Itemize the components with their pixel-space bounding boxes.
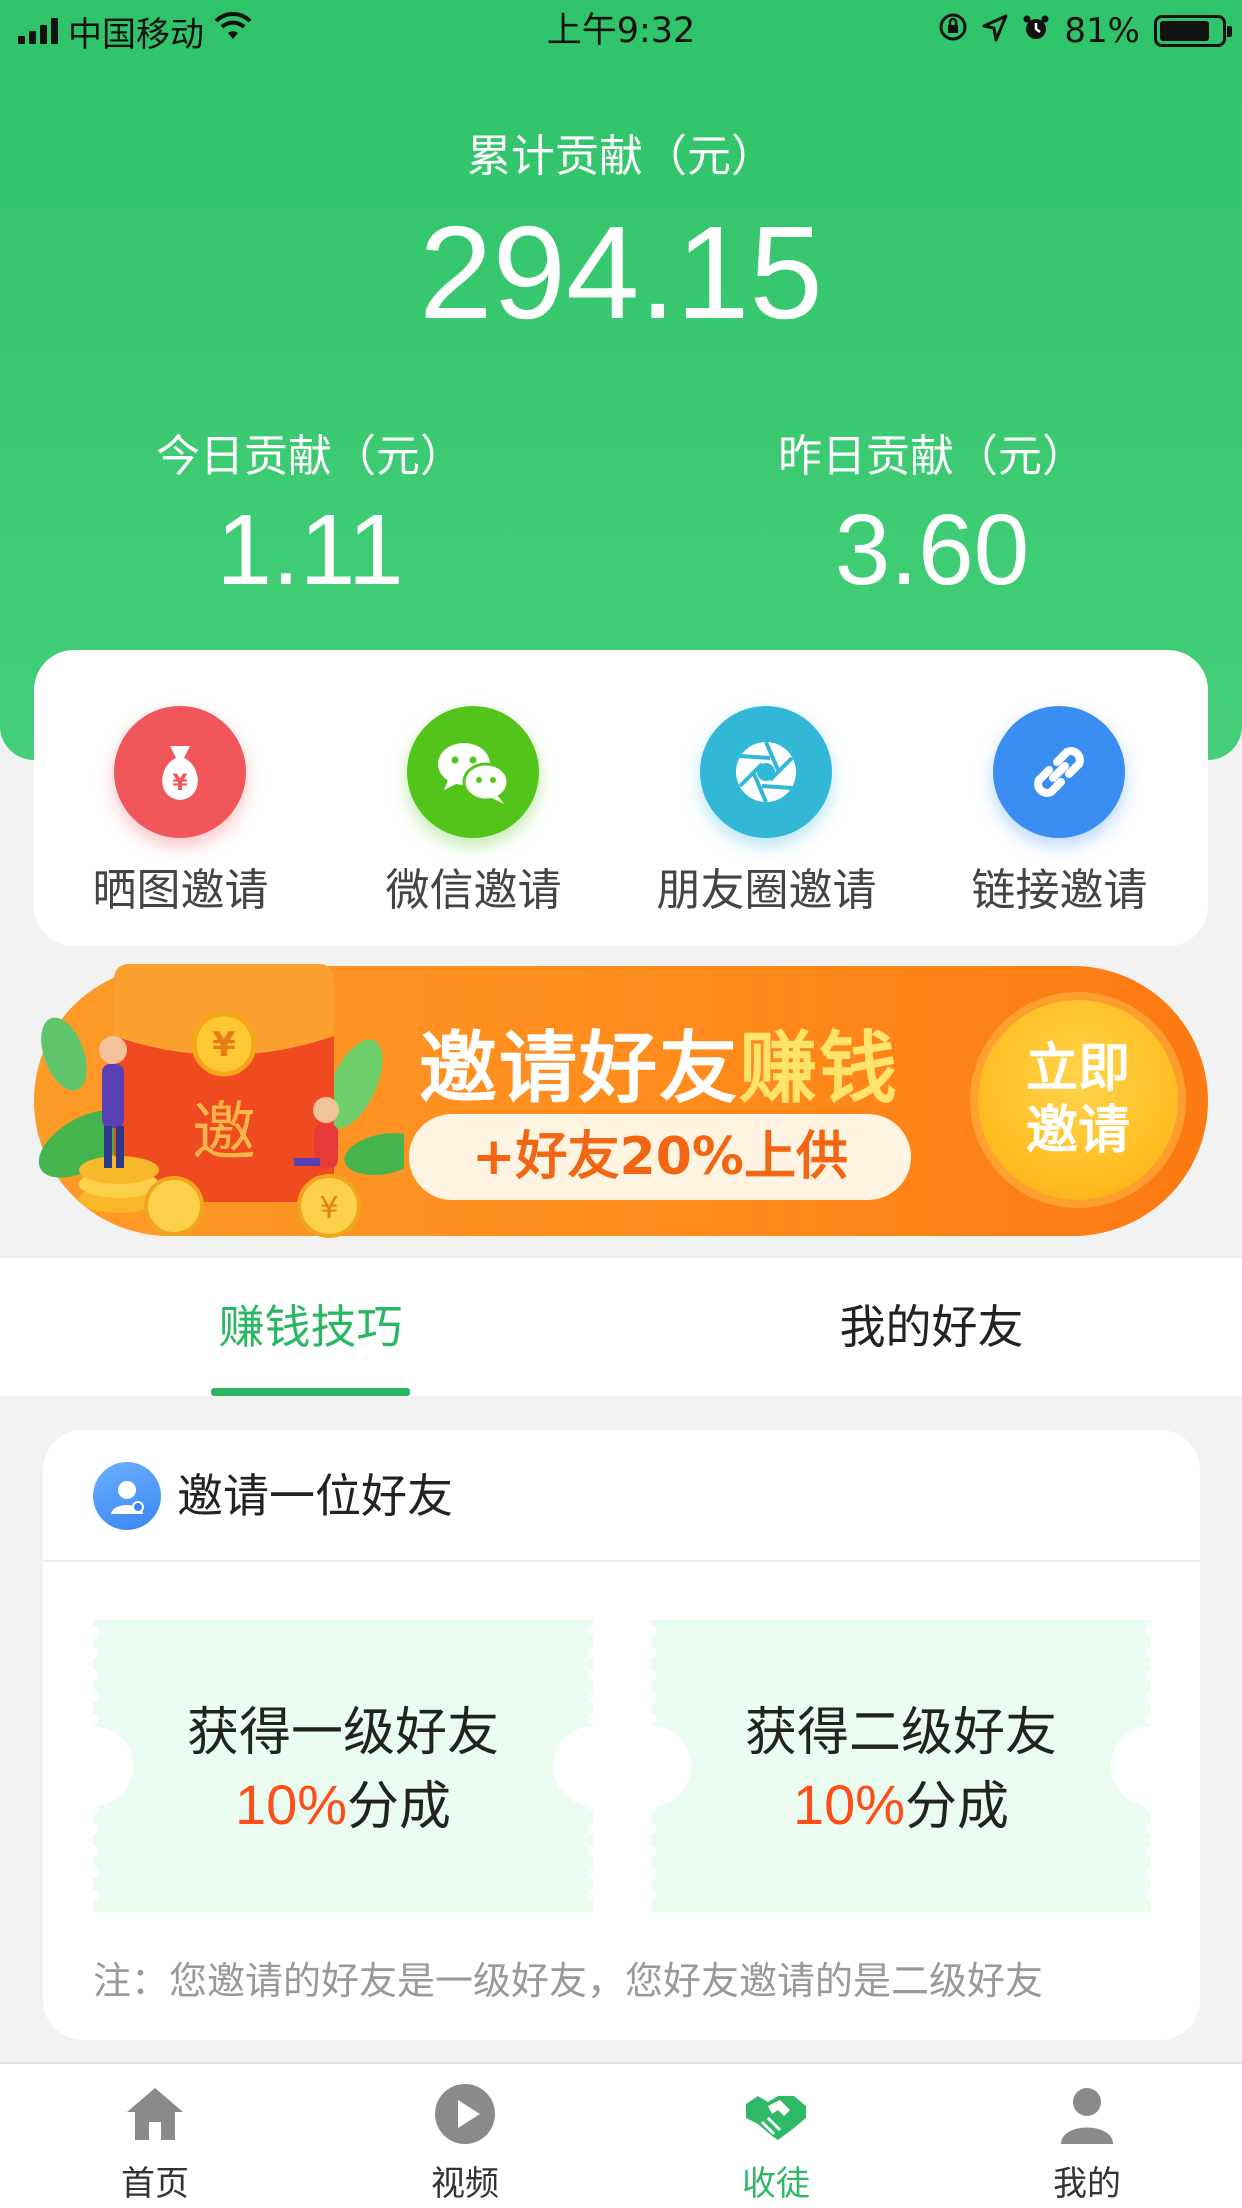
- battery-percent: 81%: [1064, 11, 1140, 51]
- today-contribution-value: 1.11: [216, 494, 404, 606]
- svg-text:¥: ¥: [212, 1025, 236, 1065]
- svg-text:¥: ¥: [319, 1191, 338, 1226]
- invite-link-button[interactable]: 链接邀请: [913, 650, 1206, 946]
- ticket-level1-title: 获得一级好友: [186, 1703, 499, 1763]
- banner-illustration: ¥ 邀 ¥: [38, 964, 404, 1238]
- ticket-level2-reward: 10%分成: [651, 1764, 1151, 1839]
- nav-home[interactable]: 首页: [0, 2064, 310, 2208]
- yesterday-contribution-label: 昨日贡献（元）: [778, 431, 1086, 482]
- nav-recruit[interactable]: 收徒: [621, 2064, 931, 2208]
- invite-now-button[interactable]: 立即 邀请: [978, 1000, 1178, 1200]
- nav-home-label: 首页: [121, 2164, 189, 2204]
- status-right: 81%: [938, 8, 1232, 54]
- yesterday-contribution-value: 3.60: [834, 494, 1030, 606]
- battery-icon: [1154, 15, 1232, 47]
- handshake-icon: [746, 2096, 806, 2140]
- total-contribution-value: 294.15: [419, 199, 823, 346]
- money-bag-icon: ¥: [114, 706, 246, 838]
- svg-text:邀: 邀: [192, 1096, 256, 1170]
- banner-title: 邀请好友赚钱: [419, 1024, 900, 1114]
- ticket-level1-suffix: 分成: [347, 1777, 452, 1837]
- alarm-icon: [1022, 11, 1050, 51]
- summary-header: 中国移动 上午9:32 81% 累计贡献（元） 294.15 今日贡献（元） 1…: [0, 0, 1242, 760]
- today-contribution-label: 今日贡献（元）: [156, 431, 464, 482]
- location-icon: [982, 11, 1008, 51]
- content-tabs: 赚钱技巧 我的好友: [0, 1258, 1242, 1396]
- ticket-level1-percent: 10%: [234, 1773, 348, 1836]
- wechat-icon: [407, 706, 539, 838]
- tips-card: 邀请一位好友 获得一级好友 10%分成 获得二级好友 10%分成 注：您邀请的好…: [43, 1430, 1200, 2040]
- invite-link-label: 链接邀请: [971, 865, 1148, 916]
- home-icon: [127, 2088, 183, 2140]
- ticket-level1: 获得一级好友 10%分成: [53, 1620, 633, 1912]
- ticket-level2-suffix: 分成: [905, 1777, 1010, 1837]
- ticket-level2-title: 获得二级好友: [744, 1703, 1057, 1763]
- ticket-level1-reward: 10%分成: [93, 1764, 593, 1839]
- invite-photo-label: 晒图邀请: [92, 865, 269, 916]
- tips-title: 邀请一位好友: [177, 1469, 453, 1523]
- total-contribution-label: 累计贡献（元）: [467, 131, 775, 182]
- tips-header: 邀请一位好友: [43, 1430, 1200, 1562]
- banner-title-highlight: 赚钱: [739, 1024, 900, 1114]
- user-avatar-icon: [93, 1462, 161, 1530]
- nav-profile-label: 我的: [1053, 2164, 1121, 2204]
- moments-shutter-icon: [700, 706, 832, 838]
- invite-now-line1: 立即: [1025, 1039, 1130, 1099]
- invite-moments-label: 朋友圈邀请: [656, 865, 877, 916]
- nav-profile[interactable]: 我的: [932, 2064, 1242, 2208]
- play-icon: [435, 2084, 495, 2144]
- link-icon: [993, 706, 1125, 838]
- bottom-nav: 首页 视频 收徒 我的: [0, 2062, 1242, 2208]
- invite-now-line2: 邀请: [1025, 1101, 1130, 1161]
- invite-banner[interactable]: ¥ 邀 ¥ 邀请好友赚钱 +好友20%上供 立即 邀请: [34, 964, 1208, 1238]
- invite-photo-button[interactable]: ¥ 晒图邀请: [34, 650, 327, 946]
- ticket-level2: 获得二级好友 10%分成: [611, 1620, 1191, 1912]
- nav-recruit-label: 收徒: [742, 2164, 810, 2204]
- nav-video-label: 视频: [431, 2164, 499, 2204]
- tab-earning-tips[interactable]: 赚钱技巧: [0, 1258, 621, 1396]
- ticket-level2-percent: 10%: [792, 1773, 906, 1836]
- status-bar: 中国移动 上午9:32 81%: [0, 0, 1242, 62]
- svg-text:¥: ¥: [172, 771, 188, 796]
- user-icon: [1061, 2088, 1113, 2144]
- invite-moments-button[interactable]: 朋友圈邀请: [620, 650, 913, 946]
- banner-subtitle: +好友20%上供: [409, 1114, 911, 1200]
- active-tab-indicator: [211, 1388, 410, 1396]
- orientation-lock-icon: [938, 11, 968, 51]
- tips-note: 注：您邀请的好友是一级好友，您好友邀请的是二级好友: [93, 1959, 1044, 2003]
- nav-video[interactable]: 视频: [310, 2064, 620, 2208]
- invite-wechat-button[interactable]: 微信邀请: [327, 650, 620, 946]
- tab-my-friends[interactable]: 我的好友: [621, 1258, 1242, 1396]
- invite-methods-card: ¥ 晒图邀请 微信邀请 朋友圈邀请 链接邀请: [34, 650, 1208, 946]
- invite-wechat-label: 微信邀请: [385, 865, 562, 916]
